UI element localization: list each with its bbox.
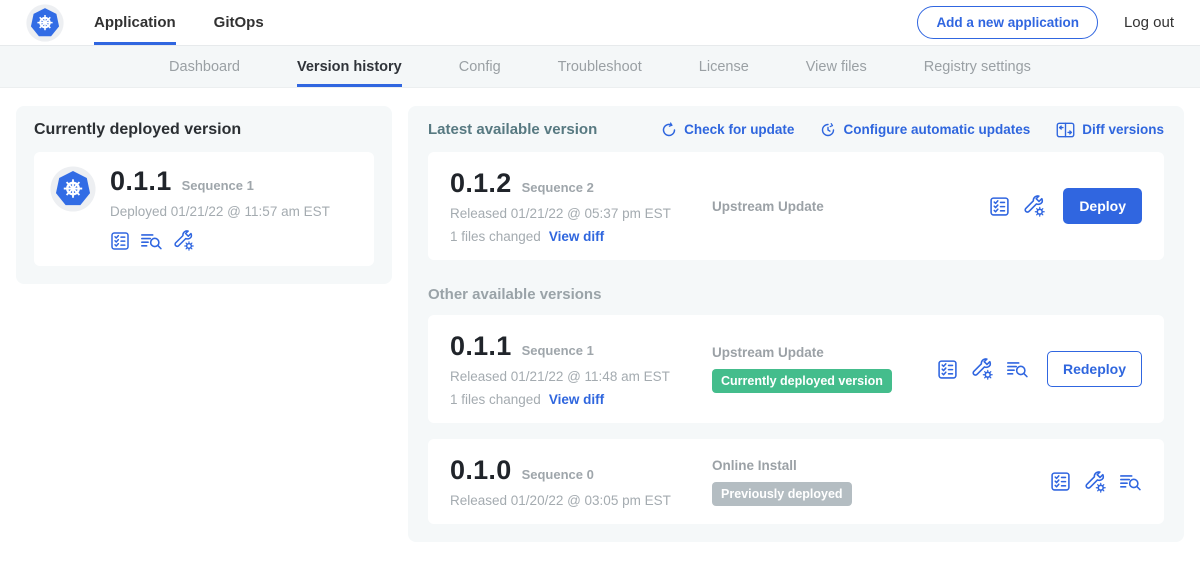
main-content: Currently deployed version 0.1.1 Sequenc… <box>0 88 1200 560</box>
currently-deployed-card: Currently deployed version 0.1.1 Sequenc… <box>16 106 392 284</box>
deployed-sequence-label: Sequence 1 <box>182 178 254 193</box>
top-header: Application GitOps Add a new application… <box>0 0 1200 46</box>
tab-application[interactable]: Application <box>94 0 176 45</box>
subnav-tab-license[interactable]: License <box>699 46 749 87</box>
subnav-tab-registry-settings[interactable]: Registry settings <box>924 46 1031 87</box>
header-tabs: Application GitOps <box>94 0 264 45</box>
other-versions-title: Other available versions <box>428 286 1164 303</box>
deployed-version-number: 0.1.1 <box>110 166 172 197</box>
subnav-tab-config[interactable]: Config <box>459 46 501 87</box>
released-timestamp: Released 01/20/22 @ 03:05 pm EST <box>450 493 712 508</box>
released-timestamp: Released 01/21/22 @ 05:37 pm EST <box>450 206 712 221</box>
edit-config-icon[interactable] <box>1023 195 1045 217</box>
subnav-tab-dashboard[interactable]: Dashboard <box>169 46 240 87</box>
files-changed-label: 1 files changed <box>450 392 541 407</box>
edit-config-icon[interactable] <box>971 358 993 380</box>
version-number: 0.1.1 <box>450 331 512 362</box>
header-right: Add a new application Log out <box>917 0 1174 45</box>
previously-deployed-badge: Previously deployed <box>712 482 852 506</box>
sequence-label: Sequence 2 <box>522 180 594 195</box>
redeploy-button[interactable]: Redeploy <box>1047 351 1142 387</box>
add-application-button[interactable]: Add a new application <box>917 6 1098 39</box>
version-info-column: 0.1.0 Sequence 0 Released 01/20/22 @ 03:… <box>450 455 712 508</box>
version-type-column: Online Install Previously deployed <box>712 458 1050 506</box>
preflight-checks-icon[interactable] <box>1050 471 1071 492</box>
sequence-label: Sequence 1 <box>522 343 594 358</box>
files-changed-label: 1 files changed <box>450 229 541 244</box>
refresh-icon <box>661 122 677 138</box>
preflight-checks-icon[interactable] <box>110 231 130 251</box>
preflight-checks-icon[interactable] <box>989 196 1010 217</box>
subnav-tab-troubleshoot[interactable]: Troubleshoot <box>558 46 642 87</box>
logout-button[interactable]: Log out <box>1124 14 1174 31</box>
deployed-timestamp: Deployed 01/21/22 @ 11:57 am EST <box>110 204 330 219</box>
app-subnav: Dashboard Version history Config Trouble… <box>0 46 1200 88</box>
configure-automatic-updates-label: Configure automatic updates <box>843 122 1030 137</box>
edit-config-icon[interactable] <box>1084 471 1106 493</box>
preflight-checks-icon[interactable] <box>937 359 958 380</box>
tab-gitops[interactable]: GitOps <box>214 0 264 45</box>
version-source-label: Upstream Update <box>712 345 937 360</box>
version-number: 0.1.0 <box>450 455 512 486</box>
version-info-column: 0.1.2 Sequence 2 Released 01/21/22 @ 05:… <box>450 168 712 244</box>
deployed-card-title: Currently deployed version <box>34 121 374 139</box>
released-timestamp: Released 01/21/22 @ 11:48 am EST <box>450 369 712 384</box>
version-actions-column <box>1050 471 1142 493</box>
deployed-version-info: 0.1.1 Sequence 1 Deployed 01/21/22 @ 11:… <box>110 166 330 251</box>
currently-deployed-badge: Currently deployed version <box>712 369 892 393</box>
deploy-button[interactable]: Deploy <box>1063 188 1142 224</box>
check-for-update-label: Check for update <box>684 122 794 137</box>
version-type-column: Upstream Update Currently deployed versi… <box>712 345 937 393</box>
version-actions-column: Redeploy <box>937 351 1142 387</box>
sequence-label: Sequence 0 <box>522 467 594 482</box>
app-logo <box>26 4 64 42</box>
version-type-column: Upstream Update <box>712 199 989 214</box>
view-logs-icon[interactable] <box>140 231 163 251</box>
view-logs-icon[interactable] <box>1006 359 1029 379</box>
version-history-panel: Latest available version Check for updat… <box>408 106 1184 542</box>
clock-refresh-icon <box>820 122 836 138</box>
subnav-tab-view-files[interactable]: View files <box>806 46 867 87</box>
version-actions-column: Deploy <box>989 188 1142 224</box>
configure-automatic-updates-link[interactable]: Configure automatic updates <box>820 122 1030 138</box>
subnav-tab-version-history[interactable]: Version history <box>297 46 402 87</box>
view-diff-link[interactable]: View diff <box>549 229 604 244</box>
version-info-column: 0.1.1 Sequence 1 Released 01/21/22 @ 11:… <box>450 331 712 407</box>
diff-icon <box>1056 122 1075 138</box>
view-diff-link[interactable]: View diff <box>549 392 604 407</box>
kubernetes-logo-icon <box>26 4 64 42</box>
version-row-0-1-0: 0.1.0 Sequence 0 Released 01/20/22 @ 03:… <box>428 439 1164 524</box>
diff-versions-link[interactable]: Diff versions <box>1056 122 1164 138</box>
check-for-update-link[interactable]: Check for update <box>661 122 794 138</box>
kubernetes-logo-icon <box>50 166 96 212</box>
view-logs-icon[interactable] <box>1119 472 1142 492</box>
latest-version-title: Latest available version <box>428 121 597 138</box>
edit-config-icon[interactable] <box>173 230 194 251</box>
version-row-0-1-2: 0.1.2 Sequence 2 Released 01/21/22 @ 05:… <box>428 152 1164 260</box>
version-source-label: Upstream Update <box>712 199 989 214</box>
version-source-label: Online Install <box>712 458 1050 473</box>
version-number: 0.1.2 <box>450 168 512 199</box>
diff-versions-label: Diff versions <box>1082 122 1164 137</box>
deployed-version-tile: 0.1.1 Sequence 1 Deployed 01/21/22 @ 11:… <box>34 152 374 266</box>
version-row-0-1-1: 0.1.1 Sequence 1 Released 01/21/22 @ 11:… <box>428 315 1164 423</box>
